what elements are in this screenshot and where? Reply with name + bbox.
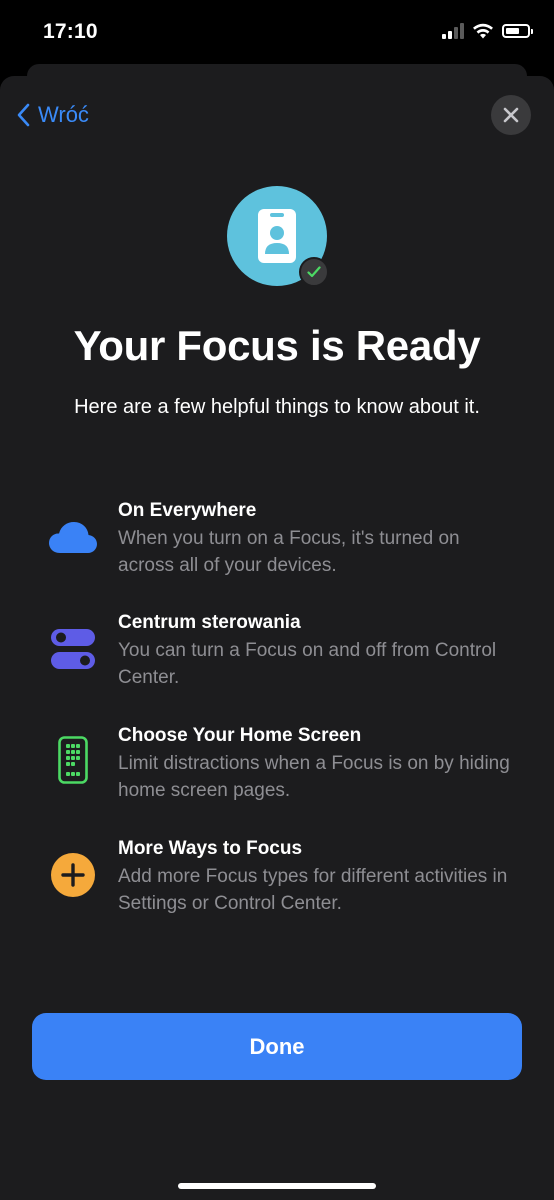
close-button[interactable] (491, 95, 531, 135)
home-screen-icon (46, 733, 100, 787)
back-button-label: Wróć (38, 102, 89, 127)
feature-description: Add more Focus types for different activ… (118, 866, 508, 914)
feature-item: More Ways to Focus Add more Focus types … (0, 838, 554, 928)
wifi-icon (473, 23, 493, 39)
feature-description: Limit distractions when a Focus is on by… (118, 753, 510, 801)
close-icon (503, 107, 519, 123)
checkmark-icon (299, 257, 329, 287)
feature-title: More Ways to Focus (118, 838, 303, 859)
page-subtitle: Here are a few helpful things to know ab… (74, 396, 480, 418)
page-title: Your Focus is Ready (73, 322, 481, 369)
home-indicator (178, 1183, 376, 1189)
cloud-icon (46, 510, 100, 564)
status-time: 17:10 (43, 20, 98, 43)
battery-icon (502, 23, 533, 38)
feature-item: Centrum sterowania You can turn a Focus … (0, 612, 554, 702)
feature-description: When you turn on a Focus, it's turned on… (118, 528, 460, 576)
feature-title: Centrum sterowania (118, 612, 301, 633)
feature-item: On Everywhere When you turn on a Focus, … (0, 500, 554, 590)
toggles-icon (46, 622, 100, 676)
back-button[interactable]: Wróć (16, 100, 89, 130)
status-icons (442, 22, 533, 39)
feature-description: You can turn a Focus on and off from Con… (118, 640, 497, 688)
status-bar: 17:10 (0, 0, 554, 66)
plus-circle-icon (46, 848, 100, 902)
feature-title: Choose Your Home Screen (118, 725, 362, 746)
feature-title: On Everywhere (118, 500, 257, 521)
done-button[interactable]: Done (32, 1013, 522, 1080)
cellular-signal-icon (442, 22, 464, 39)
chevron-left-icon (17, 103, 30, 127)
feature-item: Choose Your Home Screen Limit distractio… (0, 725, 554, 815)
